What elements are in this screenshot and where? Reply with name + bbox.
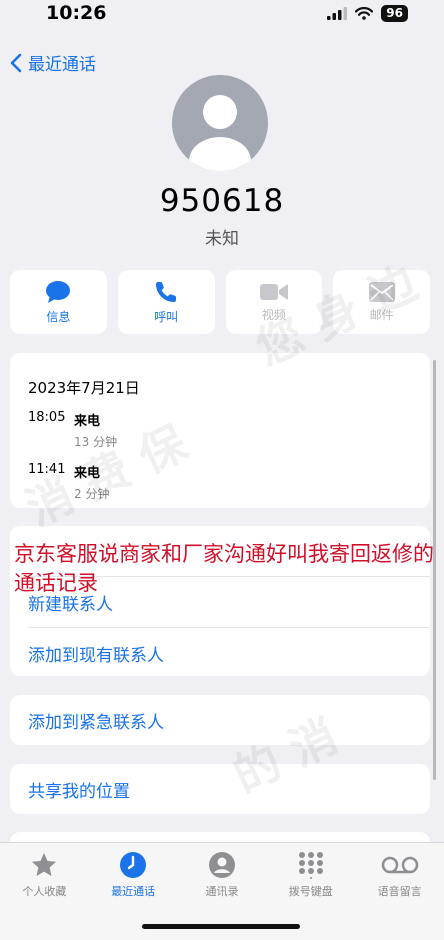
caller-number: 950618 xyxy=(159,183,285,219)
add-existing-contact-button[interactable]: 添加到现有联系人 xyxy=(10,628,430,678)
tab-keypad[interactable]: 拨号键盘 xyxy=(266,851,355,903)
tab-contacts[interactable]: 通讯录 xyxy=(178,851,267,903)
share-location-button[interactable]: 共享我的位置 xyxy=(10,764,430,814)
call-kind: 来电 xyxy=(74,466,101,481)
message-label: 信息 xyxy=(46,309,71,324)
tab-label: 拨号键盘 xyxy=(288,885,333,898)
back-label: 最近通话 xyxy=(28,55,96,75)
annotation-text: 京东客服说商家和厂家沟通好叫我寄回返修的通话记录 xyxy=(14,542,434,595)
tab-voicemail[interactable]: 语音留言 xyxy=(355,851,444,903)
history-date: 2023年7月21日 xyxy=(28,379,140,397)
message-icon xyxy=(46,280,71,303)
contacts-icon xyxy=(208,852,235,878)
phone-icon xyxy=(156,281,177,302)
tab-label: 语音留言 xyxy=(377,885,422,898)
status-time: 10:26 xyxy=(46,2,107,24)
tab-label: 最近通话 xyxy=(111,885,156,898)
action-buttons: 信息 呼叫 视频 邮件 xyxy=(10,270,430,334)
video-label: 视频 xyxy=(261,307,286,322)
wifi-icon xyxy=(355,7,374,20)
tab-label: 个人收藏 xyxy=(22,885,67,898)
call-time: 11:41 xyxy=(28,462,66,477)
video-button[interactable]: 视频 xyxy=(225,270,323,334)
avatar xyxy=(172,75,268,171)
mail-label: 邮件 xyxy=(369,307,394,322)
call-history-card: 2023年7月21日 18:05 来电 13 分钟 11:41 来电 2 分钟 xyxy=(10,353,430,508)
tab-favorites[interactable]: 个人收藏 xyxy=(0,851,89,903)
call-label: 呼叫 xyxy=(154,309,179,324)
video-icon xyxy=(259,283,288,300)
signal-icon xyxy=(327,7,348,20)
mail-button[interactable]: 邮件 xyxy=(333,270,430,334)
back-button[interactable]: 最近通话 xyxy=(10,50,96,75)
status-bar: 10:26 96 xyxy=(0,0,444,28)
add-emergency-contact-button[interactable]: 添加到紧急联系人 xyxy=(10,695,430,745)
keypad-icon xyxy=(298,852,323,879)
status-icons: 96 xyxy=(327,5,408,22)
call-kind: 来电 xyxy=(74,414,101,429)
call-duration: 2 分钟 xyxy=(74,487,110,501)
history-row: 18:05 来电 xyxy=(28,410,412,429)
voicemail-icon xyxy=(381,856,418,874)
call-time: 18:05 xyxy=(28,410,66,425)
tab-label: 通讯录 xyxy=(205,885,239,898)
battery-indicator: 96 xyxy=(381,5,408,22)
scrollbar[interactable] xyxy=(433,360,436,780)
call-duration: 13 分钟 xyxy=(74,435,118,449)
message-button[interactable]: 信息 xyxy=(10,270,107,334)
tab-recents[interactable]: 最近通话 xyxy=(89,851,178,903)
history-row: 11:41 来电 xyxy=(28,462,412,481)
home-indicator xyxy=(142,924,300,929)
call-button[interactable]: 呼叫 xyxy=(117,270,215,334)
clock-icon xyxy=(120,852,147,878)
chevron-left-icon xyxy=(10,53,22,72)
star-icon xyxy=(32,853,57,876)
person-icon xyxy=(189,95,251,171)
caller-label: 未知 xyxy=(205,229,239,249)
mail-icon xyxy=(368,281,395,302)
